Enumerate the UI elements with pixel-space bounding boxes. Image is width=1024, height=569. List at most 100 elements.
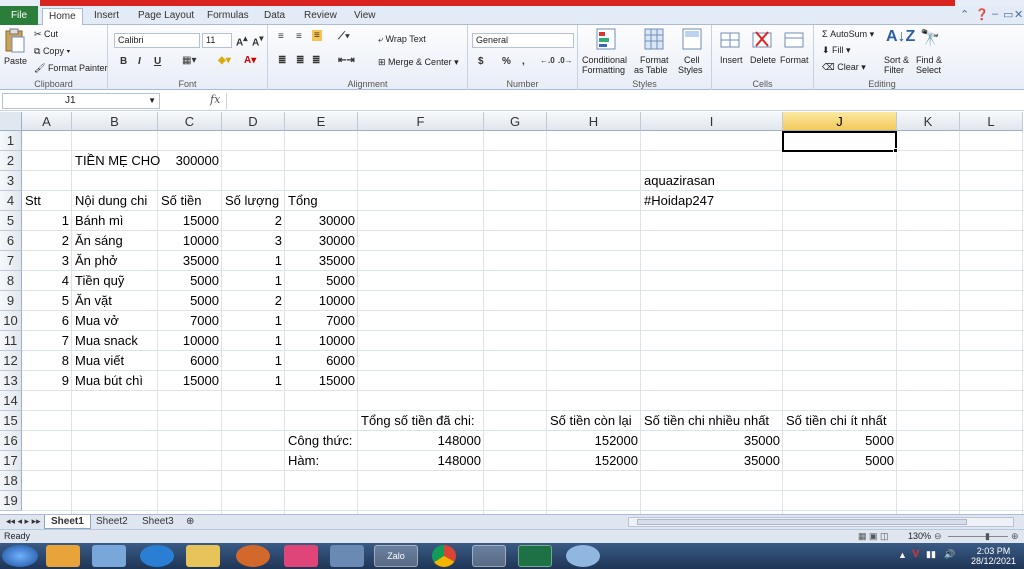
align-middle-icon[interactable]: ≡ — [296, 31, 302, 42]
cell-a9[interactable]: 5 — [22, 291, 72, 311]
grow-font-button[interactable]: A▴ — [236, 33, 247, 48]
cut-button[interactable]: ✂ Cut — [34, 29, 58, 40]
cell-c5[interactable]: 15000 — [158, 211, 222, 231]
row-header-4[interactable]: 4 — [0, 191, 22, 211]
format-painter-button[interactable]: 🖌 Format Painter — [34, 63, 107, 74]
sheet-nav-icon[interactable]: ◂◂ ◂ ▸ ▸▸ — [0, 515, 47, 529]
app-icon-2[interactable] — [92, 545, 126, 567]
cell-j17[interactable]: 5000 — [783, 451, 897, 471]
italic-button[interactable]: I — [138, 56, 141, 67]
cell-i3[interactable]: aquazirasan — [641, 171, 718, 191]
font-size-combo[interactable]: 11 — [202, 33, 232, 48]
cell-e9[interactable]: 10000 — [285, 291, 358, 311]
column-header-e[interactable]: E — [285, 112, 358, 131]
paste-button[interactable]: Paste — [4, 56, 27, 66]
cell-d4[interactable]: Số lượng — [222, 191, 282, 211]
tab-page-layout[interactable]: Page Layout — [132, 8, 200, 25]
cell-d9[interactable]: 2 — [222, 291, 285, 311]
cell-j15[interactable]: Số tiền chi ít nhất — [783, 411, 889, 431]
cell-e10[interactable]: 7000 — [285, 311, 358, 331]
minimize-ribbon-icon[interactable]: ⌃ — [960, 8, 969, 21]
app-icon-6[interactable] — [284, 545, 318, 567]
font-color-icon[interactable]: A▾ — [244, 55, 256, 66]
row-header-14[interactable]: 14 — [0, 391, 22, 411]
cell-a5[interactable]: 1 — [22, 211, 72, 231]
cell-a8[interactable]: 4 — [22, 271, 72, 291]
merge-center-button[interactable]: ⊞ Merge & Center ▾ — [378, 57, 459, 68]
cell-d11[interactable]: 1 — [222, 331, 285, 351]
cell-c9[interactable]: 5000 — [158, 291, 222, 311]
column-header-f[interactable]: F — [358, 112, 484, 131]
view-normal-icon[interactable]: ▦ ▣ ◫ — [858, 530, 889, 543]
shrink-font-button[interactable]: A▾ — [252, 33, 263, 48]
cell-b8[interactable]: Tiền quỹ — [72, 271, 127, 291]
window-close-icon[interactable]: ✕ — [1014, 8, 1023, 21]
start-button[interactable] — [2, 545, 38, 567]
cell-e4[interactable]: Tổng — [285, 191, 321, 211]
column-header-g[interactable]: G — [484, 112, 547, 131]
cell-c10[interactable]: 7000 — [158, 311, 222, 331]
cell-i17[interactable]: 35000 — [641, 451, 783, 471]
help-icon[interactable]: ❓ — [975, 8, 989, 21]
cell-b5[interactable]: Bánh mì — [72, 211, 126, 231]
cell-b10[interactable]: Mua vở — [72, 311, 122, 331]
column-header-k[interactable]: K — [897, 112, 960, 131]
sheet-tab-sheet2[interactable]: Sheet2 — [90, 515, 134, 529]
selected-cell[interactable] — [782, 131, 898, 153]
cell-e12[interactable]: 6000 — [285, 351, 358, 371]
align-left-icon[interactable]: ≣ — [278, 55, 286, 66]
row-header-3[interactable]: 3 — [0, 171, 22, 191]
font-name-combo[interactable]: Calibri — [114, 33, 200, 48]
column-header-c[interactable]: C — [158, 112, 222, 131]
spreadsheet-grid[interactable]: A B C D E F G H I J K L 1 2 3 4 5 6 7 8 9 10 11 12 13 14 15 16 17 18 1… — [0, 112, 1024, 514]
underline-button[interactable]: U — [154, 56, 161, 67]
cell-d7[interactable]: 1 — [222, 251, 285, 271]
horizontal-scrollbar[interactable] — [628, 517, 1014, 527]
format-as-table-icon[interactable] — [644, 28, 664, 50]
format-cells-icon[interactable] — [784, 28, 804, 50]
cell-h16[interactable]: 152000 — [547, 431, 641, 451]
cell-e17[interactable]: Hàm: — [285, 451, 322, 471]
format-button[interactable]: Format — [780, 55, 809, 65]
decrease-decimal-icon[interactable]: .0→ — [558, 56, 573, 65]
row-header-10[interactable]: 10 — [0, 311, 22, 331]
insert-sheet-icon[interactable]: ⊕ — [180, 515, 200, 529]
bold-button[interactable]: B — [120, 56, 127, 67]
cell-a12[interactable]: 8 — [22, 351, 72, 371]
column-header-h[interactable]: H — [547, 112, 641, 131]
sheet-tab-sheet3[interactable]: Sheet3 — [136, 515, 180, 529]
zoom-slider[interactable] — [948, 536, 1008, 537]
cell-c4[interactable]: Số tiền — [158, 191, 204, 211]
cell-f16[interactable]: 148000 — [358, 431, 484, 451]
wrap-text-button[interactable]: ⤶ Wrap Text — [378, 34, 426, 45]
orientation-icon[interactable]: ⟋▾ — [338, 31, 350, 42]
scrollbar-thumb[interactable] — [637, 519, 967, 525]
clear-button[interactable]: ⌫ Clear ▾ — [822, 62, 866, 73]
row-header-2[interactable]: 2 — [0, 151, 22, 171]
zalo-icon[interactable]: Zalo — [374, 545, 418, 567]
cell-a10[interactable]: 6 — [22, 311, 72, 331]
row-header-13[interactable]: 13 — [0, 371, 22, 391]
zoom-in-icon[interactable]: ⊕ — [1011, 530, 1019, 543]
row-header-18[interactable]: 18 — [0, 471, 22, 491]
increase-decimal-icon[interactable]: ←.0 — [540, 56, 555, 65]
ie-icon[interactable] — [140, 545, 174, 567]
excel-icon[interactable] — [518, 545, 552, 567]
zoom-level[interactable]: 130% — [908, 530, 931, 543]
row-header-5[interactable]: 5 — [0, 211, 22, 231]
sort-filter-button[interactable]: Sort & — [884, 55, 909, 65]
row-header-19[interactable]: 19 — [0, 491, 22, 511]
cell-b4[interactable]: Nội dung chi — [72, 191, 150, 211]
cell-c8[interactable]: 5000 — [158, 271, 222, 291]
clock[interactable]: 2:03 PM 28/12/2021 — [971, 546, 1016, 566]
currency-button[interactable]: $ — [478, 56, 484, 67]
find-select-icon[interactable]: 🔭 — [920, 28, 940, 48]
delete-cells-icon[interactable] — [752, 28, 772, 50]
row-header-9[interactable]: 9 — [0, 291, 22, 311]
cell-c13[interactable]: 15000 — [158, 371, 222, 391]
cell-c6[interactable]: 10000 — [158, 231, 222, 251]
cell-b13[interactable]: Mua bút chì — [72, 371, 146, 391]
cell-e8[interactable]: 5000 — [285, 271, 358, 291]
app-icon-10[interactable] — [472, 545, 506, 567]
app-icon-7[interactable] — [330, 545, 364, 567]
